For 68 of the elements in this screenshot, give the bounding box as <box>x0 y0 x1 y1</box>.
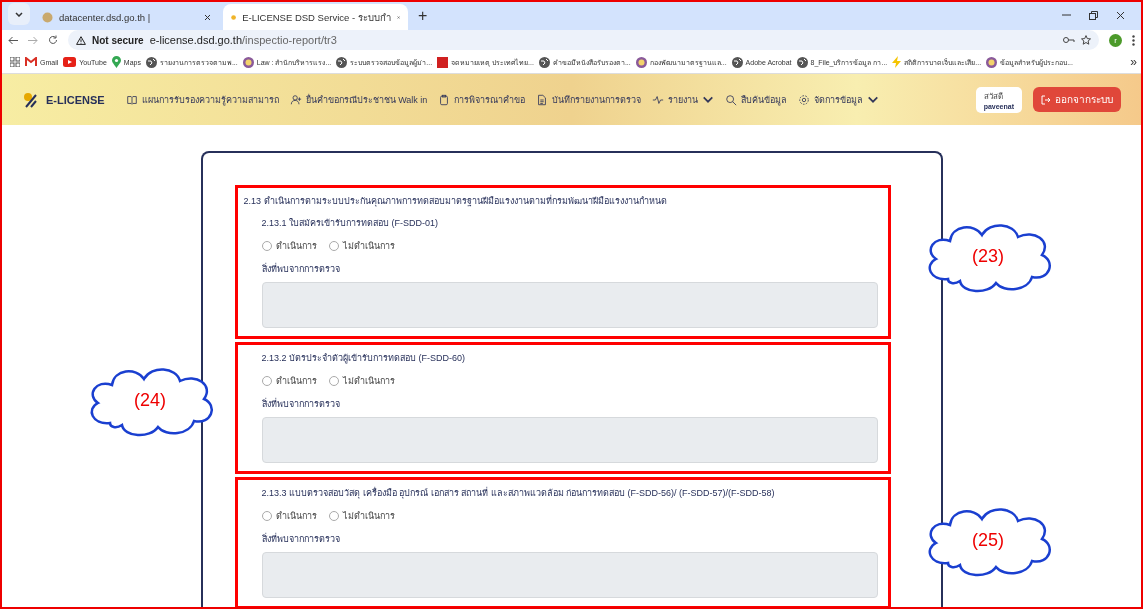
mail-icon <box>25 57 37 67</box>
globe-icon <box>538 56 550 68</box>
seal-icon <box>635 56 647 68</box>
radio-option[interactable]: ไม่ดำเนินการ <box>328 239 395 253</box>
minimize-icon[interactable] <box>1062 14 1071 17</box>
radio-option[interactable]: ไม่ดำเนินการ <box>328 374 395 388</box>
site-favicon-icon <box>42 11 53 23</box>
settings-icon <box>798 93 811 106</box>
field-label: สิ่งที่พบจากการตรวจ <box>261 397 341 411</box>
book-icon <box>125 93 138 106</box>
pulse-icon <box>652 93 665 106</box>
document-icon <box>536 93 549 106</box>
nav-link[interactable]: แผนการรับรองความรู้ความสามารถ <box>141 92 279 107</box>
findings-field[interactable] <box>261 282 878 328</box>
radio-option[interactable]: ไม่ดำเนินการ <box>328 509 395 523</box>
radio-option[interactable]: ดำเนินการ <box>261 239 317 253</box>
tab-list-button[interactable] <box>8 3 30 26</box>
brand-name[interactable]: E-LICENSE <box>46 93 105 106</box>
menu-icon[interactable] <box>1132 34 1135 46</box>
browser-tab[interactable]: datacenter.dsd.go.th | <box>34 4 219 31</box>
globe-icon <box>796 56 808 68</box>
globe-icon <box>145 56 157 68</box>
browser-tab[interactable]: E-LICENSE DSD Service - ระบบกำ <box>223 4 408 31</box>
radio-option[interactable]: ดำเนินการ <box>261 509 317 523</box>
warning-icon <box>76 35 86 45</box>
seal-icon <box>242 56 254 68</box>
address-bar[interactable]: Not secure e-license.dsd.go.th/inspectio-report/tr3 <box>68 30 1099 51</box>
findings-field[interactable] <box>261 552 878 598</box>
logout-button[interactable]: ออกจากระบบ <box>1033 87 1121 113</box>
reload-icon[interactable] <box>48 35 58 46</box>
nav-link[interactable]: บันทึกรายงานการตรวจ <box>552 92 642 107</box>
item-title: 2.13.2 บัตรประจำตัวผู้เข้ารับการทดสอบ (F-SDD-60) <box>261 352 467 365</box>
globe-icon <box>336 56 348 68</box>
field-label: สิ่งที่พบจากการตรวจ <box>261 532 341 546</box>
nav-link[interactable]: รายงาน <box>668 92 699 107</box>
lightning-icon <box>892 56 902 68</box>
seal-icon <box>986 56 998 68</box>
item-title: 2.13.3 แบบตรวจสอบวัสดุ เครื่องมือ อุปกรณ์ เอกสาร สถานที่ และสภาพแวดล้อม ก่อนการทดสอบ (F-SDD-56)/ (F-SDD-57)/(F-SDD-58) <box>261 486 776 500</box>
add-user-icon <box>289 93 302 106</box>
field-label: สิ่งที่พบจากการตรวจ <box>261 262 341 276</box>
logout-icon <box>1041 94 1051 105</box>
flag-icon <box>437 56 449 68</box>
new-tab-button[interactable]: + <box>418 7 428 26</box>
findings-field[interactable] <box>261 417 878 463</box>
greeting: สวัสดี <box>983 90 1004 103</box>
item-title: 2.13.1 ใบสมัครเข้ารับการทดสอบ (F-SDD-01) <box>261 217 440 230</box>
nav-link[interactable]: ยื่นคำขอกรณีประชาชน Walk in <box>305 92 428 107</box>
close-icon[interactable] <box>204 13 211 21</box>
logo-icon <box>22 90 40 109</box>
restore-icon[interactable] <box>1089 10 1098 20</box>
play-icon <box>63 57 77 67</box>
profile-avatar[interactable]: r <box>1109 33 1122 47</box>
map-pin-icon <box>111 56 121 68</box>
radio-option[interactable]: ดำเนินการ <box>261 374 317 388</box>
nav-link[interactable]: สืบค้นข้อมูล <box>741 92 788 107</box>
search-icon <box>725 93 738 106</box>
key-icon[interactable] <box>1063 36 1075 45</box>
globe-icon <box>731 56 743 68</box>
star-icon[interactable] <box>1081 35 1091 46</box>
apps-grid-icon[interactable] <box>10 57 20 67</box>
close-icon[interactable] <box>1116 10 1125 20</box>
nav-link[interactable]: จัดการข้อมูล <box>814 92 864 107</box>
clipboard-icon <box>438 93 451 106</box>
section-heading: 2.13 ดำเนินการตามระบบประกันคุณภาพการทดสอบมาตรฐานฝีมือแรงงานตามที่กรมพัฒนาฝีมือแรงงานกำหนด <box>243 194 668 208</box>
nav-link[interactable]: การพิจารณาคำขอ <box>454 92 526 107</box>
caret-icon <box>15 11 23 17</box>
more-bookmarks-button[interactable]: » <box>1130 55 1137 69</box>
back-arrow-icon[interactable] <box>8 35 18 45</box>
